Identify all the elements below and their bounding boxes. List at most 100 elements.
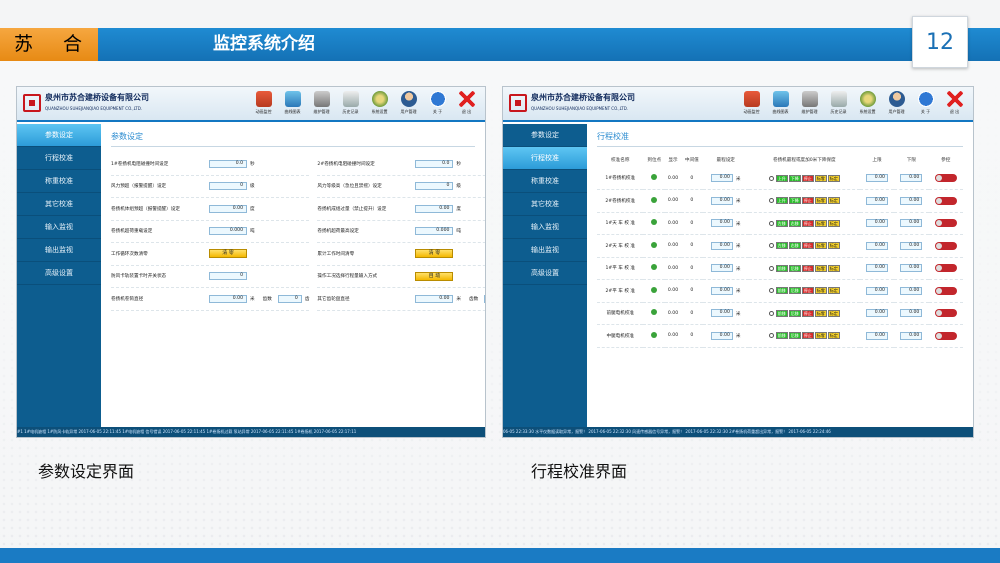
toolbar-button[interactable]: 退 出 <box>452 89 481 115</box>
enable-toggle[interactable] <box>934 331 957 340</box>
control-button[interactable]: 左移 <box>775 242 788 250</box>
upper-limit-input[interactable]: 0.00 <box>865 196 888 205</box>
upper-limit-input[interactable]: 0.00 <box>865 241 888 250</box>
control-button[interactable]: 标零 <box>814 309 827 317</box>
control-button[interactable]: 停止 <box>801 219 814 227</box>
mode-radio[interactable] <box>768 288 774 294</box>
toolbar-button[interactable]: 动画监控 <box>737 89 766 115</box>
control-button[interactable]: 标定 <box>827 197 840 205</box>
toolbar-button[interactable]: 系统设置 <box>853 89 882 115</box>
parameter-input[interactable]: 0.000 <box>415 227 454 236</box>
toolbar-button[interactable]: 关 于 <box>911 89 940 115</box>
control-button[interactable]: 标定 <box>827 264 840 272</box>
enable-toggle[interactable] <box>934 286 957 295</box>
upper-limit-input[interactable]: 0.00 <box>865 309 888 318</box>
toolbar-button[interactable]: 系统设置 <box>365 89 394 115</box>
parameter-input[interactable]: 0.000 <box>209 227 247 236</box>
toolbar-button[interactable]: 退 出 <box>940 89 969 115</box>
control-button[interactable]: 标零 <box>814 197 827 205</box>
sidebar-item[interactable]: 输入监视 <box>503 216 587 239</box>
toolbar-button[interactable]: 曲线图表 <box>766 89 795 115</box>
enable-toggle[interactable] <box>934 196 957 205</box>
control-button[interactable]: 前移 <box>775 309 788 317</box>
toolbar-button[interactable]: 历史记录 <box>336 89 365 115</box>
control-button[interactable]: 标定 <box>827 309 840 317</box>
travel-set-input[interactable]: 0.00 <box>710 309 733 318</box>
control-button[interactable]: 标零 <box>814 287 827 295</box>
control-button[interactable]: 标零 <box>814 242 827 250</box>
parameter-action-button[interactable]: 清 零 <box>415 249 454 259</box>
parameter-input[interactable]: 0 <box>209 272 247 281</box>
travel-set-input[interactable]: 0.00 <box>710 286 733 295</box>
mode-radio[interactable] <box>768 198 774 204</box>
control-button[interactable]: 后移 <box>788 264 801 272</box>
travel-set-input[interactable]: 0.00 <box>710 174 733 182</box>
control-button[interactable]: 标零 <box>814 219 827 227</box>
sidebar-item[interactable]: 参数设定 <box>503 124 587 147</box>
lower-limit-input[interactable]: 0.00 <box>900 219 923 228</box>
lower-limit-input[interactable]: 0.00 <box>900 264 923 273</box>
control-button[interactable]: 后移 <box>788 287 801 295</box>
sidebar-item[interactable]: 高级设置 <box>503 262 587 285</box>
parameter-extra-input[interactable]: 0 <box>484 294 485 303</box>
travel-set-input[interactable]: 0.00 <box>710 264 733 273</box>
toolbar-button[interactable]: 维护管理 <box>307 89 336 115</box>
sidebar-item[interactable]: 行程校准 <box>503 147 587 170</box>
upper-limit-input[interactable]: 0.00 <box>865 174 888 182</box>
control-button[interactable]: 停止 <box>801 287 814 295</box>
control-button[interactable]: 右移 <box>788 219 801 227</box>
parameter-input[interactable]: 0.00 <box>209 204 247 213</box>
control-button[interactable]: 左移 <box>775 219 788 227</box>
lower-limit-input[interactable]: 0.00 <box>900 241 923 250</box>
toolbar-button[interactable]: 曲线图表 <box>278 89 307 115</box>
parameter-input[interactable]: 0 <box>209 182 247 191</box>
control-button[interactable]: 后移 <box>788 332 801 340</box>
control-button[interactable]: 下降 <box>788 174 801 182</box>
mode-radio[interactable] <box>768 175 774 181</box>
toolbar-button[interactable]: 用户管理 <box>882 89 911 115</box>
sidebar-item[interactable]: 称重校准 <box>17 170 101 193</box>
lower-limit-input[interactable]: 0.00 <box>900 174 923 182</box>
control-button[interactable]: 右移 <box>788 242 801 250</box>
control-button[interactable]: 标零 <box>814 174 827 182</box>
upper-limit-input[interactable]: 0.00 <box>865 331 888 340</box>
sidebar-item[interactable]: 高级设置 <box>17 262 101 285</box>
enable-toggle[interactable] <box>934 241 957 250</box>
control-button[interactable]: 停止 <box>801 264 814 272</box>
upper-limit-input[interactable]: 0.00 <box>865 286 888 295</box>
sidebar-item[interactable]: 输出监视 <box>17 239 101 262</box>
control-button[interactable]: 标定 <box>827 332 840 340</box>
sidebar-item[interactable]: 其它校准 <box>17 193 101 216</box>
parameter-extra-input[interactable]: 0 <box>277 294 302 303</box>
travel-set-input[interactable]: 0.00 <box>710 219 733 228</box>
toolbar-button[interactable]: 维护管理 <box>795 89 824 115</box>
sidebar-item[interactable]: 其它校准 <box>503 193 587 216</box>
parameter-input[interactable]: 0.00 <box>415 294 454 303</box>
parameter-input[interactable]: 0.00 <box>209 294 247 303</box>
control-button[interactable]: 停止 <box>801 174 814 182</box>
parameter-input[interactable]: 0.0 <box>209 159 247 168</box>
control-button[interactable]: 标定 <box>827 287 840 295</box>
parameter-input[interactable]: 0.0 <box>415 159 454 168</box>
control-button[interactable]: 上升 <box>775 174 788 182</box>
travel-set-input[interactable]: 0.00 <box>710 241 733 250</box>
control-button[interactable]: 前移 <box>775 264 788 272</box>
toolbar-button[interactable]: 动画监控 <box>249 89 278 115</box>
parameter-input[interactable]: 0 <box>415 182 454 191</box>
enable-toggle[interactable] <box>934 264 957 273</box>
control-button[interactable]: 停止 <box>801 332 814 340</box>
sidebar-item[interactable]: 行程校准 <box>17 147 101 170</box>
mode-radio[interactable] <box>768 333 774 339</box>
parameter-action-button[interactable]: 自 动 <box>415 271 454 281</box>
sidebar-item[interactable]: 参数设定 <box>17 124 101 147</box>
control-button[interactable]: 上升 <box>775 197 788 205</box>
parameter-action-button[interactable]: 清 零 <box>209 249 247 259</box>
mode-radio[interactable] <box>768 265 774 271</box>
sidebar-item[interactable]: 输出监视 <box>503 239 587 262</box>
mode-radio[interactable] <box>768 243 774 249</box>
enable-toggle[interactable] <box>934 309 957 318</box>
upper-limit-input[interactable]: 0.00 <box>865 219 888 228</box>
sidebar-item[interactable]: 称重校准 <box>503 170 587 193</box>
control-button[interactable]: 后移 <box>788 309 801 317</box>
lower-limit-input[interactable]: 0.00 <box>900 309 923 318</box>
